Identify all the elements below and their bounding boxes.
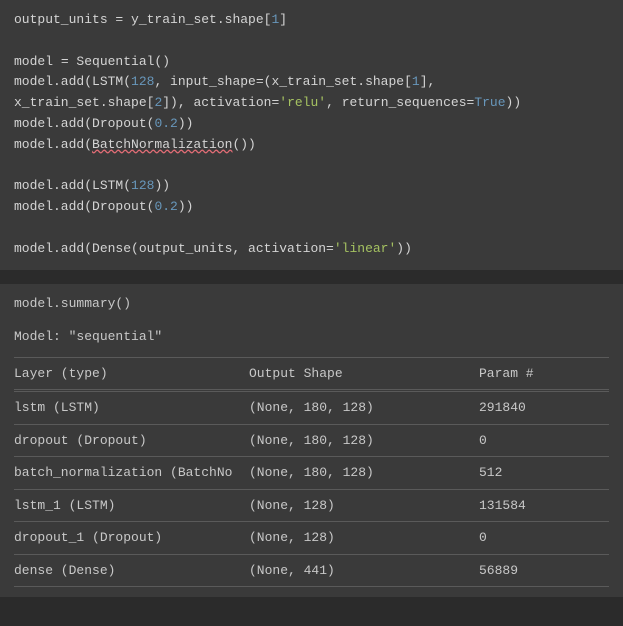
code-line	[14, 156, 609, 177]
table-row: dense (Dense) (None, 441) 56889	[14, 555, 609, 588]
summary-table: Layer (type) Output Shape Param # lstm (…	[14, 357, 609, 588]
cell-shape: (None, 128)	[249, 528, 479, 548]
cell-param: 512	[479, 463, 609, 483]
code-line	[14, 218, 609, 239]
cell-shape: (None, 441)	[249, 561, 479, 581]
cell-shape: (None, 180, 128)	[249, 431, 479, 451]
code-line: model.add(LSTM(128))	[14, 176, 609, 197]
cell-layer: batch_normalization (BatchNo	[14, 463, 249, 483]
cell-layer: lstm (LSTM)	[14, 398, 249, 418]
code-line: output_units = y_train_set.shape[1]	[14, 10, 609, 31]
code-line: model.add(Dense(output_units, activation…	[14, 239, 609, 260]
cell-layer: dropout (Dropout)	[14, 431, 249, 451]
table-row: dropout (Dropout) (None, 180, 128) 0	[14, 425, 609, 458]
table-row: lstm_1 (LSTM) (None, 128) 131584	[14, 490, 609, 523]
cell-layer: dropout_1 (Dropout)	[14, 528, 249, 548]
code-line: model.add(Dropout(0.2))	[14, 197, 609, 218]
cell-shape: (None, 180, 128)	[249, 463, 479, 483]
code-line: model.summary()	[14, 294, 609, 314]
cell-layer: dense (Dense)	[14, 561, 249, 581]
cell-param: 0	[479, 431, 609, 451]
table-row: lstm (LSTM) (None, 180, 128) 291840	[14, 392, 609, 425]
header-layer: Layer (type)	[14, 364, 249, 384]
code-line: model.add(LSTM(128, input_shape=(x_train…	[14, 72, 609, 93]
code-line: x_train_set.shape[2]), activation='relu'…	[14, 93, 609, 114]
code-line: model.add(BatchNormalization())	[14, 135, 609, 156]
cell-param: 291840	[479, 398, 609, 418]
table-header: Layer (type) Output Shape Param #	[14, 357, 609, 391]
code-line: model.add(Dropout(0.2))	[14, 114, 609, 135]
code-cell-2[interactable]: model.summary() Model: "sequential" Laye…	[0, 284, 623, 598]
code-cell-1[interactable]: output_units = y_train_set.shape[1] mode…	[0, 0, 623, 270]
cell-layer: lstm_1 (LSTM)	[14, 496, 249, 516]
cell-shape: (None, 128)	[249, 496, 479, 516]
cell-param: 56889	[479, 561, 609, 581]
code-line: model = Sequential()	[14, 52, 609, 73]
cell-param: 131584	[479, 496, 609, 516]
header-param: Param #	[479, 364, 609, 384]
cell-param: 0	[479, 528, 609, 548]
table-row: dropout_1 (Dropout) (None, 128) 0	[14, 522, 609, 555]
cell-shape: (None, 180, 128)	[249, 398, 479, 418]
code-line	[14, 31, 609, 52]
table-row: batch_normalization (BatchNo (None, 180,…	[14, 457, 609, 490]
model-name: Model: "sequential"	[14, 327, 609, 347]
header-shape: Output Shape	[249, 364, 479, 384]
